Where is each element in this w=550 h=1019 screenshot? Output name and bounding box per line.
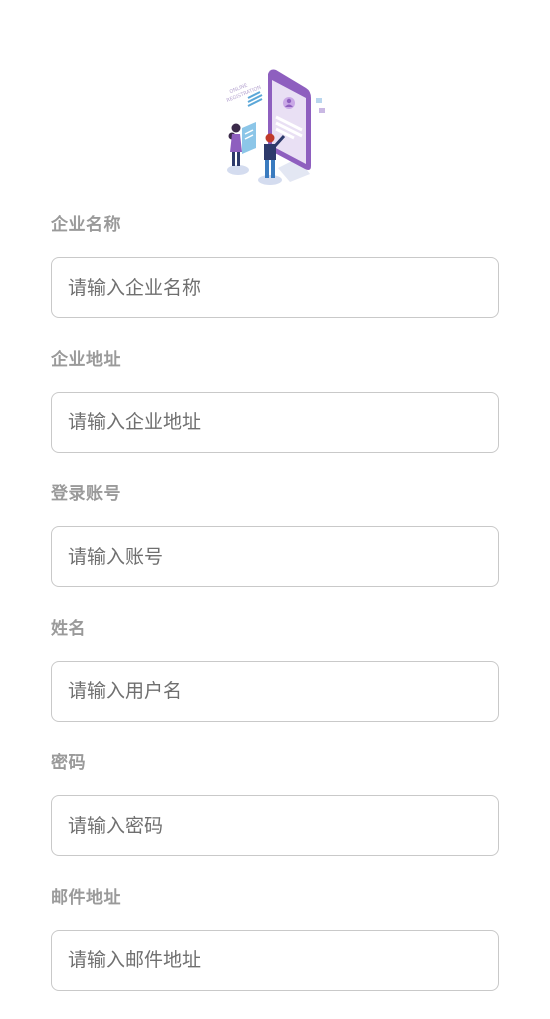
username-input[interactable] [51,660,499,722]
login-account-label: 登录账号 [51,484,121,505]
company-name-label: 企业名称 [51,215,121,235]
field-password: 密码 [51,749,499,884]
password-input[interactable] [51,795,499,857]
registration-form: 企业名称 企业地址 登录账号 姓名 密码 邮件地址 [51,211,499,1019]
company-address-label: 企业地址 [51,349,121,370]
company-address-input[interactable] [51,391,499,453]
field-email: 邮件地址 [51,884,499,1019]
email-label: 邮件地址 [51,887,121,908]
company-name-input[interactable] [51,257,499,318]
name-label: 姓名 [51,618,86,639]
field-company-address: 企业地址 [51,346,499,481]
login-account-input[interactable] [51,526,499,588]
floating-card-icon [242,122,256,154]
field-company-name: 企业名称 [51,211,499,346]
registration-illustration: ONLINE REGISTRATION [218,62,330,190]
password-label: 密码 [51,753,86,774]
deco-square-icon [316,98,322,103]
shadow-right-icon [258,175,282,185]
person-left-icon [228,123,242,166]
field-login-account: 登录账号 [51,480,499,615]
registration-tag-icon: ONLINE REGISTRATION [226,83,263,104]
field-name: 姓名 [51,615,499,750]
shadow-left-icon [227,165,249,175]
email-input[interactable] [51,929,499,991]
